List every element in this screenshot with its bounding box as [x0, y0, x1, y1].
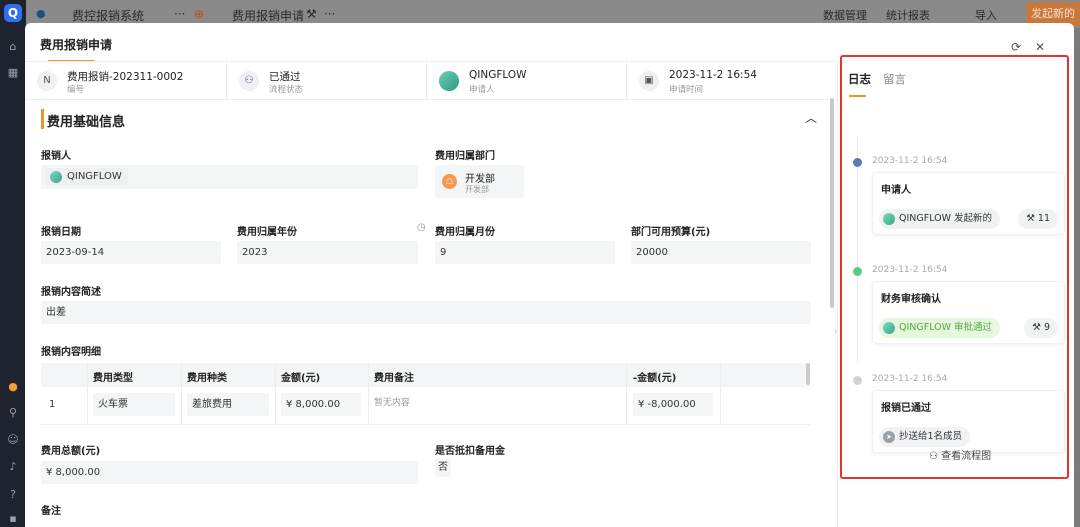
- kind-cell[interactable]: 差旅费用: [187, 393, 269, 416]
- budget-label: 部门可用预算(元): [631, 227, 711, 238]
- summary-number: N 费用报销-202311-0002 编号: [25, 62, 227, 100]
- avatar: [883, 322, 895, 334]
- hash-icon: N: [37, 71, 57, 91]
- summary-time: ▣ 2023-11-2 16:54 申请时间: [627, 62, 837, 100]
- user-chip[interactable]: QINGFLOW 发起新的: [879, 209, 1001, 229]
- col-header: 费用类型: [93, 373, 133, 384]
- log-panel: 日志 留言 2023-11-2 16:54 申请人 QINGFLOW 发起新的 …: [840, 55, 1069, 479]
- summary-applicant: QINGFLOW 申请人: [427, 62, 627, 100]
- home-icon[interactable]: ⌂: [6, 40, 20, 54]
- deduct-label: 是否抵扣备用金: [435, 446, 505, 457]
- detail-table: 费用类型 费用种类 金额(元) 费用备注 -金额(元) 1 火车票 差旅费用 ¥…: [41, 363, 810, 425]
- summary-field[interactable]: 出差: [41, 301, 811, 324]
- record-modal: 费用报销申请 ⟳ ✕ N 费用报销-202311-0002 编号 ⚇ 已通过 流…: [25, 23, 1074, 527]
- flowchart-icon: ⚇: [929, 451, 942, 462]
- col-header: 金额(元): [281, 373, 321, 384]
- total-label: 费用总额(元): [41, 446, 101, 457]
- bell-icon[interactable]: ♪: [6, 460, 20, 474]
- app-name[interactable]: 费控报销系统: [72, 7, 144, 24]
- search-icon[interactable]: ⚲: [6, 406, 20, 420]
- wrench-icon[interactable]: ⚒: [306, 7, 317, 21]
- type-cell[interactable]: 火车票: [93, 393, 175, 416]
- app-rail: Q ⌂ ▦ ● ⚲ ☺ ♪ ? ▪: [0, 0, 26, 527]
- detail-label: 报销内容明细: [41, 347, 101, 358]
- grid-small-icon[interactable]: ▪: [6, 512, 20, 526]
- more-icon[interactable]: ···: [174, 7, 185, 21]
- date-label: 报销日期: [41, 227, 81, 238]
- send-icon: ➤: [883, 431, 895, 443]
- refresh-icon[interactable]: ⟳: [1011, 40, 1021, 54]
- close-icon[interactable]: ✕: [1035, 40, 1045, 54]
- year-label: 费用归属年份: [237, 227, 297, 238]
- month-label: 费用归属月份: [435, 227, 495, 238]
- modal-title: 费用报销申请: [40, 38, 113, 52]
- log-card: 财务审核确认 QINGFLOW 审批通过 ⚒ 9: [872, 281, 1065, 344]
- col-header: -金额(元): [633, 373, 677, 384]
- note-cell: 暂无内容: [374, 398, 411, 408]
- users-icon[interactable]: ☺: [6, 433, 20, 447]
- summary-status: ⚇ 已通过 流程状态: [227, 62, 427, 100]
- reporter-chip: QINGFLOW: [45, 168, 128, 186]
- cc-chip[interactable]: ➤ 抄送给1名成员: [879, 427, 971, 447]
- add-icon[interactable]: ⊕: [194, 7, 204, 21]
- tab-comments[interactable]: 留言: [883, 71, 906, 87]
- app-icon: ●: [36, 7, 46, 20]
- amount-cell[interactable]: ¥ 8,000.00: [281, 393, 361, 416]
- current-form-tab[interactable]: 费用报销申请: [232, 7, 304, 24]
- section-title: 费用基础信息: [47, 115, 126, 130]
- history-icon[interactable]: ◷: [417, 222, 426, 233]
- budget-field[interactable]: 20000: [631, 241, 811, 264]
- approved-chip[interactable]: QINGFLOW 审批通过: [879, 318, 1001, 338]
- import-link[interactable]: 导入: [975, 7, 997, 23]
- date-field[interactable]: 2023-09-14: [41, 241, 221, 264]
- avatar: [439, 71, 459, 91]
- department-icon: ☖: [442, 174, 457, 189]
- tab-log[interactable]: 日志: [848, 71, 871, 87]
- dept-chip[interactable]: ☖ 开发部 开发部: [435, 165, 524, 198]
- year-field[interactable]: 2023: [237, 241, 418, 264]
- row-index: 1: [49, 399, 56, 410]
- month-field[interactable]: 9: [435, 241, 615, 264]
- help-icon[interactable]: ?: [6, 488, 20, 502]
- wrench-icon: ⚒: [1032, 322, 1044, 333]
- dept-label: 费用归属部门: [435, 151, 495, 162]
- summary-label: 报销内容简述: [41, 287, 101, 298]
- wrench-count-badge[interactable]: ⚒ 9: [1024, 318, 1058, 338]
- log-time: 2023-11-2 16:54: [872, 374, 948, 384]
- main-scrollbar[interactable]: [830, 98, 834, 308]
- notification-dot-icon[interactable]: ●: [6, 380, 20, 394]
- timeline-dot: [853, 376, 862, 385]
- timeline-dot: [853, 158, 862, 167]
- workflow-icon: ⚇: [239, 71, 259, 91]
- summary-strip: N 费用报销-202311-0002 编号 ⚇ 已通过 流程状态 QINGFLO…: [25, 62, 837, 100]
- log-card: 申请人 QINGFLOW 发起新的 ⚒ 11: [872, 172, 1065, 235]
- wrench-count-badge[interactable]: ⚒ 11: [1018, 209, 1058, 229]
- data-manage-link[interactable]: 数据管理: [823, 7, 867, 23]
- timeline-dot: [853, 267, 862, 276]
- avatar: [50, 171, 62, 183]
- chevron-up-icon[interactable]: ︿: [805, 109, 817, 126]
- stats-link[interactable]: 统计报表: [886, 7, 930, 23]
- reporter-field[interactable]: QINGFLOW: [41, 165, 418, 189]
- more-icon-2[interactable]: ···: [324, 7, 335, 21]
- log-time: 2023-11-2 16:54: [872, 156, 948, 166]
- col-header: 费用备注: [374, 373, 414, 384]
- avatar: [883, 213, 895, 225]
- deduct-field[interactable]: 否: [435, 459, 451, 477]
- app-logo[interactable]: Q: [4, 4, 22, 22]
- log-card: 报销已通过 ➤ 抄送给1名成员: [872, 390, 1065, 453]
- wrench-icon: ⚒: [1026, 213, 1038, 224]
- view-flowchart-link[interactable]: ⚇ 查看流程图: [929, 447, 991, 462]
- log-time: 2023-11-2 16:54: [872, 265, 948, 275]
- calendar-icon: ▣: [639, 71, 659, 91]
- col-header: 费用种类: [187, 373, 227, 384]
- total-field[interactable]: ¥ 8,000.00: [41, 461, 418, 484]
- reporter-label: 报销人: [41, 151, 71, 162]
- remark-label: 备注: [41, 506, 61, 517]
- apps-grid-icon[interactable]: ▦: [6, 66, 20, 80]
- table-scrollbar[interactable]: [806, 363, 810, 385]
- neg-amount-cell[interactable]: ¥ -8,000.00: [633, 393, 713, 416]
